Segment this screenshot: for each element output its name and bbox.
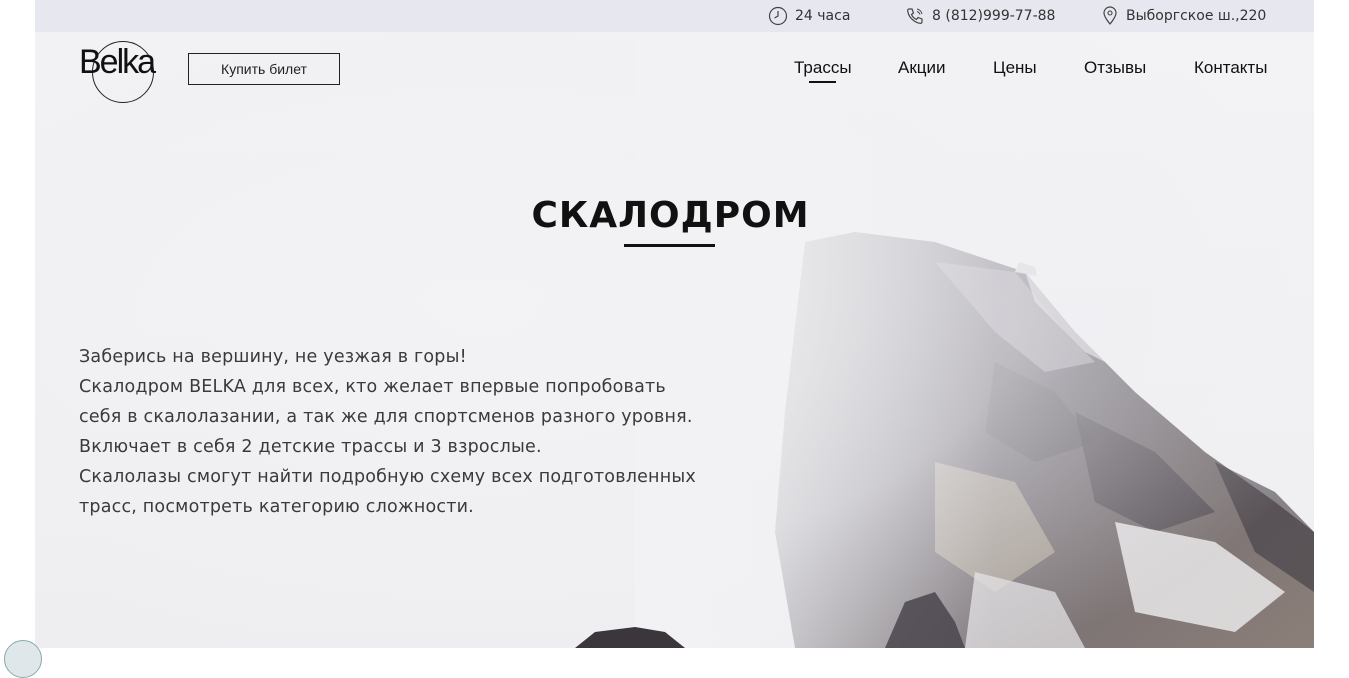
- hero-section: Belka Купить билет Трассы Акции Цены Отз…: [35, 32, 1314, 648]
- title-underline: [624, 244, 715, 247]
- description-line: Скалодром BELKA для всех, кто желает впе…: [79, 377, 666, 397]
- phone-info[interactable]: 8 (812)999-77-88: [905, 0, 1055, 32]
- phone-text[interactable]: 8 (812)999-77-88: [932, 8, 1055, 24]
- address-text: Выборгское ш.,220: [1126, 8, 1267, 24]
- location-pin-icon: [1103, 6, 1117, 25]
- page-title: СКАЛОДРОМ: [531, 195, 810, 236]
- buy-ticket-button[interactable]: Купить билет: [188, 53, 340, 85]
- phone-icon: [907, 8, 923, 24]
- hours-info: 24 часа: [768, 0, 850, 32]
- description-text: Заберись на вершину, не уезжая в горы! С…: [79, 342, 699, 522]
- description-line: Заберись на вершину, не уезжая в горы!: [79, 347, 467, 367]
- logo-text: Belka: [79, 43, 156, 81]
- description-line: Скалолазы смогут найти подробную схему в…: [79, 467, 696, 487]
- active-nav-underline: [809, 81, 836, 83]
- description-line: трасс, посмотреть категорию сложности.: [79, 497, 474, 517]
- description-line: себя в скалолазании, а так же для спортс…: [79, 407, 693, 427]
- hours-text: 24 часа: [795, 8, 851, 24]
- belka-logo[interactable]: Belka: [79, 37, 171, 107]
- mountain-background-image: [35, 32, 1314, 648]
- clock-icon: [768, 6, 788, 26]
- corner-widget-button[interactable]: [4, 640, 42, 678]
- description-line: Включает в себя 2 детские трассы и 3 взр…: [79, 437, 542, 457]
- top-info-bar: 24 часа 8 (812)999-77-88 Выборгское ш.,2…: [35, 0, 1314, 32]
- nav-item-prices[interactable]: Цены: [993, 58, 1037, 78]
- nav-item-promotions[interactable]: Акции: [898, 58, 946, 78]
- nav-item-contacts[interactable]: Контакты: [1194, 58, 1267, 78]
- page: 24 часа 8 (812)999-77-88 Выборгское ш.,2…: [35, 0, 1314, 648]
- nav-item-reviews[interactable]: Отзывы: [1084, 58, 1146, 78]
- address-info: Выборгское ш.,220: [1101, 0, 1266, 32]
- nav-item-routes[interactable]: Трассы: [794, 58, 852, 78]
